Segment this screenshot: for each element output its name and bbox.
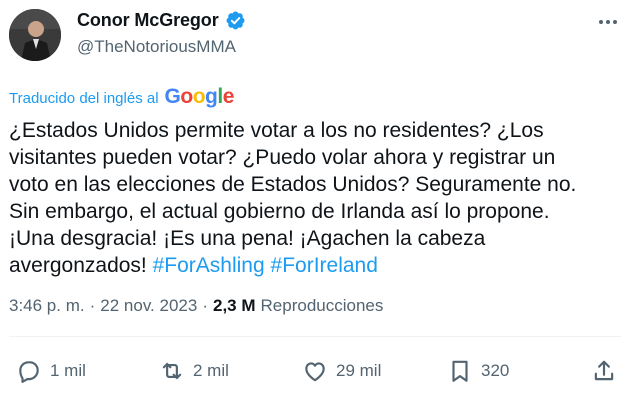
bookmark-icon (452, 360, 468, 382)
tweet-time[interactable]: 3:46 p. m. (9, 296, 85, 316)
tweet-text-line: ¿Estados Unidos permite votar a los no r… (9, 119, 544, 142)
tweet-text-line: voto en las elecciones de Estados Unidos… (9, 173, 577, 196)
meta-separator: · (202, 296, 208, 315)
tweet-text: ¿Estados Unidos permite votar a los no r… (9, 117, 621, 279)
action-bar: 1 mil 2 mil 29 mil 320 (0, 358, 630, 388)
retweet-count: 2 mil (193, 361, 229, 380)
share-icon (594, 360, 614, 381)
author-name-row: Conor McGregor (77, 10, 246, 31)
translation-label: Traducido del inglés al (9, 90, 159, 107)
bookmark-button[interactable]: 320 (447, 358, 509, 384)
tweet-text-line: ¡Una desgracia! ¡Es una pena! ¡Agachen l… (9, 227, 486, 250)
google-logo: Google (164, 85, 235, 108)
hashtag-link[interactable]: #ForIreland (271, 254, 378, 277)
divider (9, 336, 621, 337)
bookmark-count: 320 (481, 361, 510, 380)
views-label: Reproducciones (260, 296, 384, 315)
tweet-date[interactable]: 22 nov. 2023 (100, 296, 197, 316)
avatar[interactable] (9, 9, 61, 61)
reply-button[interactable]: 1 mil (16, 358, 86, 384)
like-button[interactable]: 29 mil (302, 358, 381, 384)
retweet-icon (162, 362, 182, 380)
tweet-meta: 3:46 p. m. · 22 nov. 2023 · 2,3 M Reprod… (9, 296, 383, 316)
tweet-text-line: Sin embargo, el actual gobierno de Irlan… (9, 200, 550, 223)
share-button[interactable] (591, 358, 617, 384)
author-handle[interactable]: @TheNotoriousMMA (77, 37, 236, 57)
author-name[interactable]: Conor McGregor (77, 10, 219, 31)
views-count[interactable]: 2,3 M (213, 296, 256, 316)
reply-icon (19, 361, 39, 383)
like-icon (305, 362, 325, 382)
hashtag-link[interactable]: #ForAshling (153, 254, 265, 277)
more-icon[interactable] (594, 14, 622, 30)
meta-separator: · (89, 296, 96, 315)
reply-count: 1 mil (50, 361, 86, 380)
tweet-text-last-line: avergonzados! #ForAshling #ForIreland (9, 252, 621, 279)
tweet-text-line: visitantes pueden votar? ¿Puedo volar ah… (9, 146, 556, 169)
tweet-text-fragment: avergonzados! (9, 254, 147, 277)
retweet-button[interactable]: 2 mil (159, 358, 229, 384)
tweet: Conor McGregor @TheNotoriousMMA Traducid… (0, 0, 630, 405)
translation-notice[interactable]: Traducido del inglés al Google (9, 86, 234, 107)
verified-icon (225, 10, 246, 31)
like-count: 29 mil (336, 361, 382, 380)
